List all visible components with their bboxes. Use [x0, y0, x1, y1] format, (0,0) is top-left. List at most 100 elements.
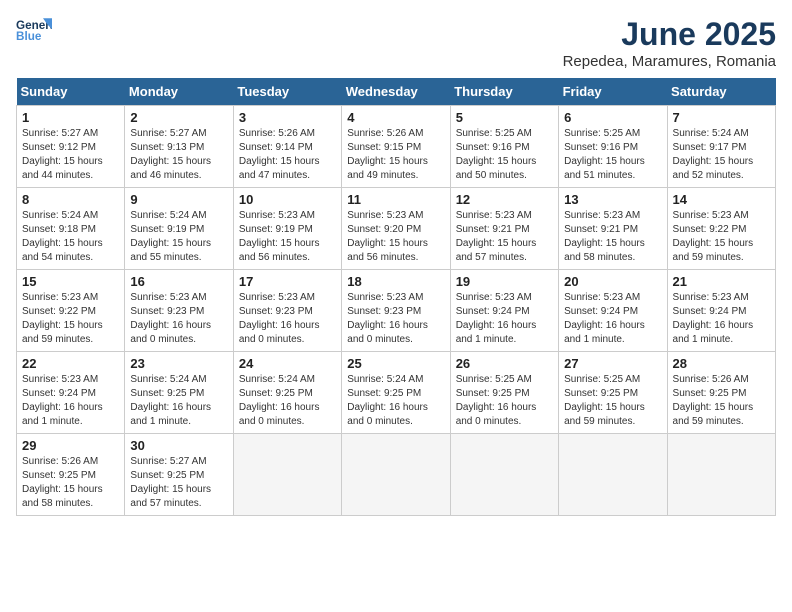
calendar-cell: 4 Sunrise: 5:26 AM Sunset: 9:15 PM Daylig…: [342, 106, 450, 188]
day-number: 20: [564, 274, 661, 289]
week-row-4: 22 Sunrise: 5:23 AM Sunset: 9:24 PM Dayli…: [17, 352, 776, 434]
day-number: 28: [673, 356, 770, 371]
day-info: Sunrise: 5:23 AM Sunset: 9:23 PM Dayligh…: [347, 291, 444, 347]
day-info: Sunrise: 5:23 AM Sunset: 9:24 PM Dayligh…: [22, 373, 119, 429]
day-number: 22: [22, 356, 119, 371]
day-info: Sunrise: 5:23 AM Sunset: 9:23 PM Dayligh…: [130, 291, 227, 347]
title-area: June 2025 Repedea, Maramures, Romania: [563, 16, 776, 70]
calendar-cell: 14 Sunrise: 5:23 AM Sunset: 9:22 PM Dayli…: [667, 188, 775, 270]
calendar-cell: [342, 434, 450, 516]
calendar-cell: 9 Sunrise: 5:24 AM Sunset: 9:19 PM Daylig…: [125, 188, 233, 270]
day-info: Sunrise: 5:23 AM Sunset: 9:22 PM Dayligh…: [22, 291, 119, 347]
day-number: 13: [564, 192, 661, 207]
day-info: Sunrise: 5:23 AM Sunset: 9:24 PM Dayligh…: [673, 291, 770, 347]
calendar-cell: 24 Sunrise: 5:24 AM Sunset: 9:25 PM Dayli…: [233, 352, 341, 434]
svg-text:Blue: Blue: [16, 30, 42, 43]
header: General Blue June 2025 Repedea, Maramure…: [16, 16, 776, 70]
day-info: Sunrise: 5:26 AM Sunset: 9:15 PM Dayligh…: [347, 127, 444, 183]
calendar-cell: [667, 434, 775, 516]
calendar-table: SundayMondayTuesdayWednesdayThursdayFrid…: [16, 78, 776, 516]
calendar-cell: 6 Sunrise: 5:25 AM Sunset: 9:16 PM Daylig…: [559, 106, 667, 188]
week-row-2: 8Sunrise: 5:24 AM Sunset: 9:18 PM Daylig…: [17, 188, 776, 270]
day-info: Sunrise: 5:25 AM Sunset: 9:16 PM Dayligh…: [456, 127, 553, 183]
weekday-header-thursday: Thursday: [450, 78, 558, 106]
logo-icon: General Blue: [16, 16, 52, 44]
day-number: 25: [347, 356, 444, 371]
day-info: Sunrise: 5:23 AM Sunset: 9:20 PM Dayligh…: [347, 209, 444, 265]
day-number: 29: [22, 438, 119, 453]
weekday-header-monday: Monday: [125, 78, 233, 106]
calendar-cell: 22 Sunrise: 5:23 AM Sunset: 9:24 PM Dayli…: [17, 352, 125, 434]
day-number: 24: [239, 356, 336, 371]
calendar-cell: 28 Sunrise: 5:26 AM Sunset: 9:25 PM Dayli…: [667, 352, 775, 434]
day-info: Sunrise: 5:23 AM Sunset: 9:21 PM Dayligh…: [456, 209, 553, 265]
day-info: Sunrise: 5:27 AM Sunset: 9:13 PM Dayligh…: [130, 127, 227, 183]
weekday-header-tuesday: Tuesday: [233, 78, 341, 106]
day-number: 15: [22, 274, 119, 289]
day-number: 9: [130, 192, 227, 207]
day-info: Sunrise: 5:23 AM Sunset: 9:24 PM Dayligh…: [456, 291, 553, 347]
day-info: Sunrise: 5:24 AM Sunset: 9:17 PM Dayligh…: [673, 127, 770, 183]
day-info: Sunrise: 5:26 AM Sunset: 9:25 PM Dayligh…: [22, 455, 119, 511]
day-number: 2: [130, 110, 227, 125]
weekday-header-row: SundayMondayTuesdayWednesdayThursdayFrid…: [17, 78, 776, 106]
day-info: Sunrise: 5:24 AM Sunset: 9:25 PM Dayligh…: [130, 373, 227, 429]
day-info: Sunrise: 5:25 AM Sunset: 9:25 PM Dayligh…: [564, 373, 661, 429]
week-row-3: 15 Sunrise: 5:23 AM Sunset: 9:22 PM Dayli…: [17, 270, 776, 352]
calendar-cell: 21Sunrise: 5:23 AM Sunset: 9:24 PM Dayli…: [667, 270, 775, 352]
day-number: 26: [456, 356, 553, 371]
calendar-cell: [233, 434, 341, 516]
day-number: 14: [673, 192, 770, 207]
day-number: 7: [673, 110, 770, 125]
calendar-cell: 18 Sunrise: 5:23 AM Sunset: 9:23 PM Dayli…: [342, 270, 450, 352]
calendar-cell: 15 Sunrise: 5:23 AM Sunset: 9:22 PM Dayli…: [17, 270, 125, 352]
calendar-cell: 30Sunrise: 5:27 AM Sunset: 9:25 PM Dayli…: [125, 434, 233, 516]
day-number: 18: [347, 274, 444, 289]
day-info: Sunrise: 5:24 AM Sunset: 9:25 PM Dayligh…: [347, 373, 444, 429]
day-number: 5: [456, 110, 553, 125]
calendar-cell: 17Sunrise: 5:23 AM Sunset: 9:23 PM Dayli…: [233, 270, 341, 352]
day-number: 12: [456, 192, 553, 207]
calendar-cell: 26 Sunrise: 5:25 AM Sunset: 9:25 PM Dayli…: [450, 352, 558, 434]
calendar-cell: 10 Sunrise: 5:23 AM Sunset: 9:19 PM Dayli…: [233, 188, 341, 270]
calendar-cell: 8Sunrise: 5:24 AM Sunset: 9:18 PM Daylig…: [17, 188, 125, 270]
weekday-header-sunday: Sunday: [17, 78, 125, 106]
day-number: 6: [564, 110, 661, 125]
calendar-cell: [450, 434, 558, 516]
day-number: 16: [130, 274, 227, 289]
day-info: Sunrise: 5:26 AM Sunset: 9:25 PM Dayligh…: [673, 373, 770, 429]
day-info: Sunrise: 5:24 AM Sunset: 9:25 PM Dayligh…: [239, 373, 336, 429]
day-number: 19: [456, 274, 553, 289]
calendar-cell: 23 Sunrise: 5:24 AM Sunset: 9:25 PM Dayli…: [125, 352, 233, 434]
day-info: Sunrise: 5:23 AM Sunset: 9:19 PM Dayligh…: [239, 209, 336, 265]
weekday-header-wednesday: Wednesday: [342, 78, 450, 106]
day-info: Sunrise: 5:23 AM Sunset: 9:22 PM Dayligh…: [673, 209, 770, 265]
day-info: Sunrise: 5:23 AM Sunset: 9:23 PM Dayligh…: [239, 291, 336, 347]
calendar-cell: 7 Sunrise: 5:24 AM Sunset: 9:17 PM Daylig…: [667, 106, 775, 188]
calendar-cell: 1Sunrise: 5:27 AM Sunset: 9:12 PM Daylig…: [17, 106, 125, 188]
day-info: Sunrise: 5:23 AM Sunset: 9:24 PM Dayligh…: [564, 291, 661, 347]
day-number: 10: [239, 192, 336, 207]
day-info: Sunrise: 5:23 AM Sunset: 9:21 PM Dayligh…: [564, 209, 661, 265]
calendar-cell: 16 Sunrise: 5:23 AM Sunset: 9:23 PM Dayli…: [125, 270, 233, 352]
day-number: 23: [130, 356, 227, 371]
logo: General Blue: [16, 16, 52, 44]
day-info: Sunrise: 5:25 AM Sunset: 9:25 PM Dayligh…: [456, 373, 553, 429]
day-number: 27: [564, 356, 661, 371]
day-number: 3: [239, 110, 336, 125]
week-row-5: 29 Sunrise: 5:26 AM Sunset: 9:25 PM Dayli…: [17, 434, 776, 516]
calendar-cell: 2 Sunrise: 5:27 AM Sunset: 9:13 PM Daylig…: [125, 106, 233, 188]
calendar-cell: 19 Sunrise: 5:23 AM Sunset: 9:24 PM Dayli…: [450, 270, 558, 352]
day-number: 1: [22, 110, 119, 125]
day-number: 4: [347, 110, 444, 125]
weekday-header-saturday: Saturday: [667, 78, 775, 106]
week-row-1: 1Sunrise: 5:27 AM Sunset: 9:12 PM Daylig…: [17, 106, 776, 188]
day-info: Sunrise: 5:25 AM Sunset: 9:16 PM Dayligh…: [564, 127, 661, 183]
day-info: Sunrise: 5:24 AM Sunset: 9:18 PM Dayligh…: [22, 209, 119, 265]
calendar-cell: 29 Sunrise: 5:26 AM Sunset: 9:25 PM Dayli…: [17, 434, 125, 516]
day-info: Sunrise: 5:24 AM Sunset: 9:19 PM Dayligh…: [130, 209, 227, 265]
day-number: 11: [347, 192, 444, 207]
calendar-cell: 13 Sunrise: 5:23 AM Sunset: 9:21 PM Dayli…: [559, 188, 667, 270]
day-info: Sunrise: 5:27 AM Sunset: 9:25 PM Dayligh…: [130, 455, 227, 511]
weekday-header-friday: Friday: [559, 78, 667, 106]
